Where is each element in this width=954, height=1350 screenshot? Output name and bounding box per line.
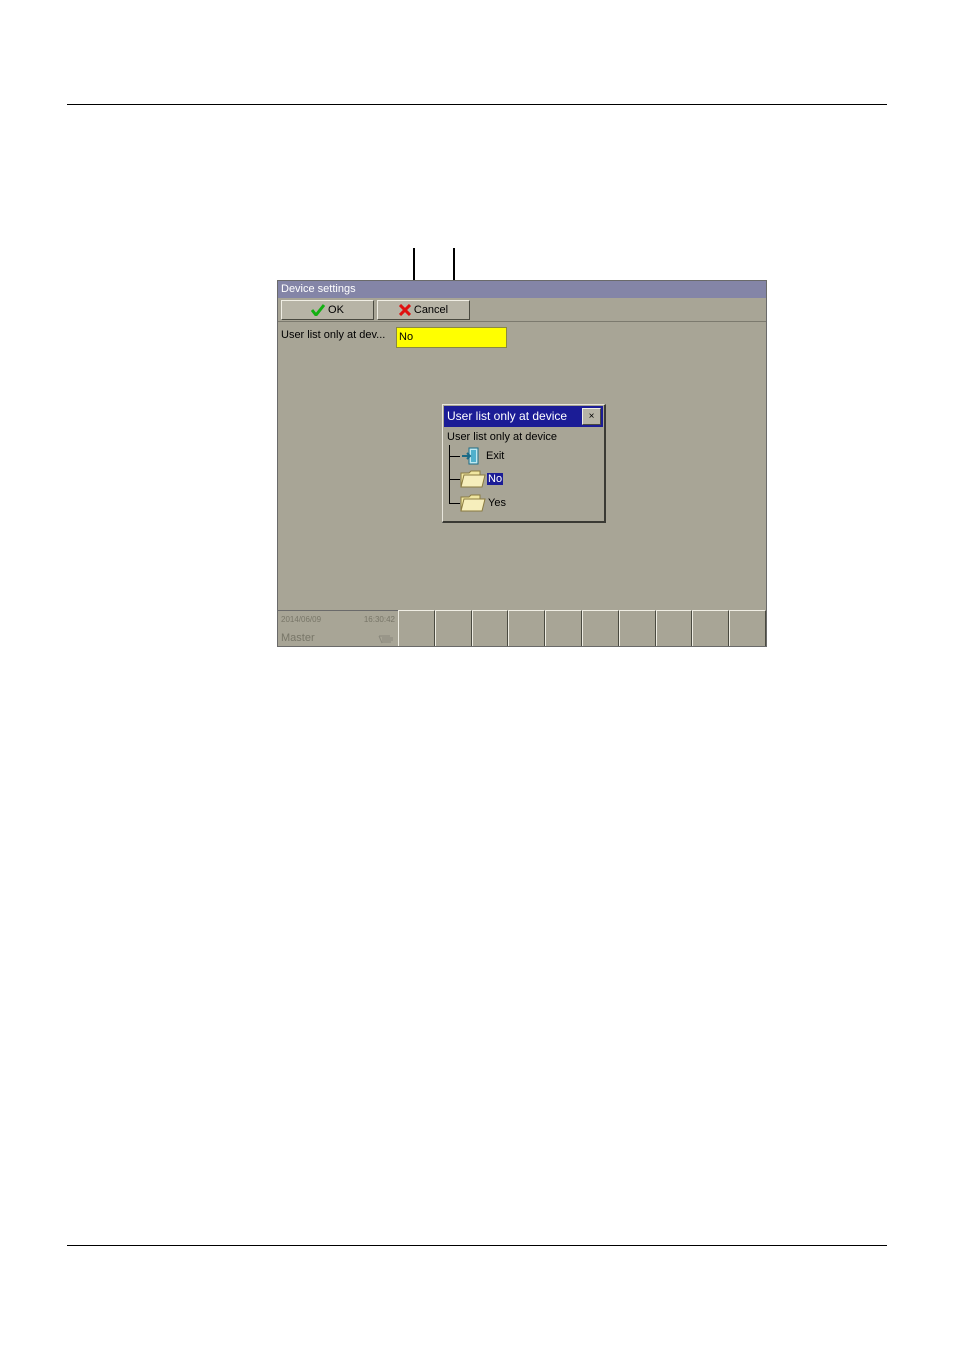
function-key-9[interactable] bbox=[692, 610, 730, 646]
function-key-2[interactable] bbox=[434, 610, 472, 646]
close-button[interactable]: × bbox=[582, 408, 601, 425]
toolbar: OK Cancel bbox=[278, 298, 766, 322]
status-date: 2014/06/09 bbox=[281, 615, 322, 624]
tree-line-vertical bbox=[449, 445, 450, 504]
function-key-4[interactable] bbox=[508, 610, 546, 646]
device-screen: Device settings OK Cancel User list only… bbox=[277, 280, 767, 647]
folder-icon bbox=[460, 494, 486, 512]
checkmark-icon bbox=[311, 304, 326, 316]
status-info: 2014/06/09 16:30:42 Master bbox=[278, 610, 398, 646]
function-key-3[interactable] bbox=[471, 610, 509, 646]
ok-label: OK bbox=[328, 304, 344, 316]
function-key-1[interactable] bbox=[398, 610, 435, 646]
tree-item-no[interactable]: No bbox=[487, 473, 504, 485]
function-keys bbox=[398, 610, 766, 646]
function-key-6[interactable] bbox=[581, 610, 619, 646]
dialog-title-text: User list only at device bbox=[447, 409, 568, 423]
status-time: 16:30:42 bbox=[363, 615, 395, 624]
tree-item-yes[interactable]: Yes bbox=[488, 497, 506, 509]
folder-icon bbox=[460, 470, 486, 488]
tree-line-h-yes bbox=[449, 503, 460, 504]
setting-label: User list only at dev... bbox=[281, 329, 386, 341]
footer-rule bbox=[67, 1245, 887, 1246]
cancel-button[interactable]: Cancel bbox=[377, 300, 470, 320]
cross-icon bbox=[398, 304, 411, 316]
function-key-8[interactable] bbox=[655, 610, 693, 646]
tree-line-h-no bbox=[449, 479, 460, 480]
window-title: Device settings bbox=[278, 281, 766, 298]
function-key-7[interactable] bbox=[618, 610, 656, 646]
function-key-5[interactable] bbox=[545, 610, 582, 646]
exit-icon bbox=[462, 447, 479, 465]
cancel-label: Cancel bbox=[413, 304, 449, 316]
dialog-title: User list only at device × bbox=[444, 406, 603, 427]
status-user: Master bbox=[281, 632, 315, 644]
ok-button[interactable]: OK bbox=[281, 300, 374, 320]
setting-value-field[interactable]: No bbox=[396, 327, 507, 348]
selection-dialog: User list only at device × User list onl… bbox=[442, 404, 606, 523]
status-bar: 2014/06/09 16:30:42 Master bbox=[278, 610, 766, 646]
tree-line-h-exit bbox=[449, 456, 460, 457]
hand-icon bbox=[378, 635, 393, 644]
header-rule bbox=[67, 104, 887, 105]
tree-root-label: User list only at device bbox=[447, 431, 558, 443]
tree-item-exit[interactable]: Exit bbox=[486, 450, 504, 462]
function-key-10[interactable] bbox=[729, 610, 766, 646]
